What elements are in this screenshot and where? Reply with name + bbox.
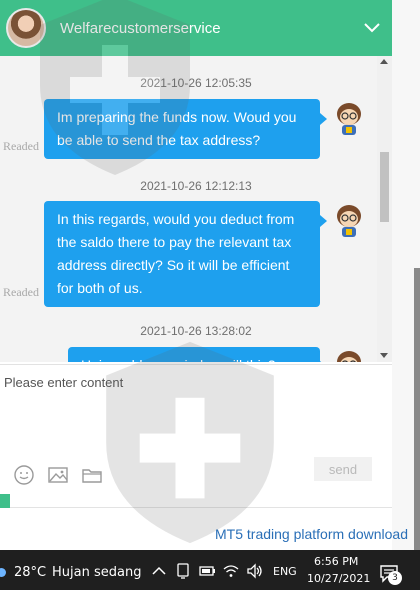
agent-profile-avatar (6, 8, 46, 48)
send-button[interactable]: send (314, 457, 372, 481)
weather-icon[interactable] (0, 568, 6, 577)
folder-icon[interactable] (81, 464, 103, 486)
read-status: Readed (3, 139, 39, 153)
windows-taskbar: 28°C Hujan sedang ENG 6:56 PM 10/27/2021 (0, 550, 420, 590)
read-status: Readed (3, 285, 39, 299)
scroll-down-arrow-icon[interactable] (380, 353, 388, 358)
message-bubble: In this regards, would you deduct from t… (44, 201, 327, 307)
message-timestamp: 2021-10-26 12:12:13 (140, 179, 252, 193)
message-list[interactable]: 2021-10-26 12:05:35 Readed Im preparing … (0, 56, 392, 362)
cartoon-avatar-icon (337, 205, 361, 237)
chevron-down-icon (364, 23, 380, 33)
wifi-icon[interactable] (222, 562, 240, 580)
volume-icon[interactable] (246, 562, 264, 580)
message-scrollbar[interactable] (377, 56, 392, 362)
scroll-up-arrow-icon[interactable] (380, 59, 388, 64)
clock-date[interactable]: 10/27/2021 (307, 572, 370, 585)
chat-title: Welfarecustomerservice (60, 19, 221, 37)
chat-header: Welfarecustomerservice (0, 0, 392, 56)
cartoon-avatar-icon (337, 103, 361, 135)
chat-widget-screen: Welfarecustomerservice 2021-10-26 12:05:… (0, 0, 420, 590)
weather-description[interactable]: Hujan sedang (52, 565, 141, 580)
image-icon[interactable] (47, 464, 69, 486)
message-composer: send (0, 364, 392, 494)
chevron-up-icon[interactable] (150, 562, 168, 580)
emoji-icon[interactable] (13, 464, 35, 486)
message-bubble: Hai would you mind ... will this? (68, 347, 327, 362)
message-timestamp: 2021-10-26 13:28:02 (140, 324, 252, 338)
notification-count-badge: 3 (388, 571, 402, 585)
temperature[interactable]: 28°C (14, 565, 46, 580)
message-input[interactable] (0, 365, 392, 451)
page-scrollbar-thumb[interactable] (414, 268, 420, 550)
message-timestamp: 2021-10-26 12:05:35 (140, 76, 252, 90)
mt5-download-link[interactable]: MT5 trading platform download (215, 526, 408, 542)
language-indicator[interactable]: ENG (273, 565, 297, 578)
clock-time[interactable]: 6:56 PM (314, 555, 358, 568)
scrollbar-thumb[interactable] (380, 152, 389, 222)
accent-strip (0, 494, 10, 508)
device-icon[interactable] (174, 562, 192, 580)
battery-icon[interactable] (198, 562, 216, 580)
panel-bottom-edge (10, 494, 392, 508)
message-bubble: Im preparing the funds now. Woud you be … (44, 99, 327, 159)
cartoon-avatar-icon (337, 351, 361, 362)
collapse-button[interactable] (360, 16, 384, 40)
